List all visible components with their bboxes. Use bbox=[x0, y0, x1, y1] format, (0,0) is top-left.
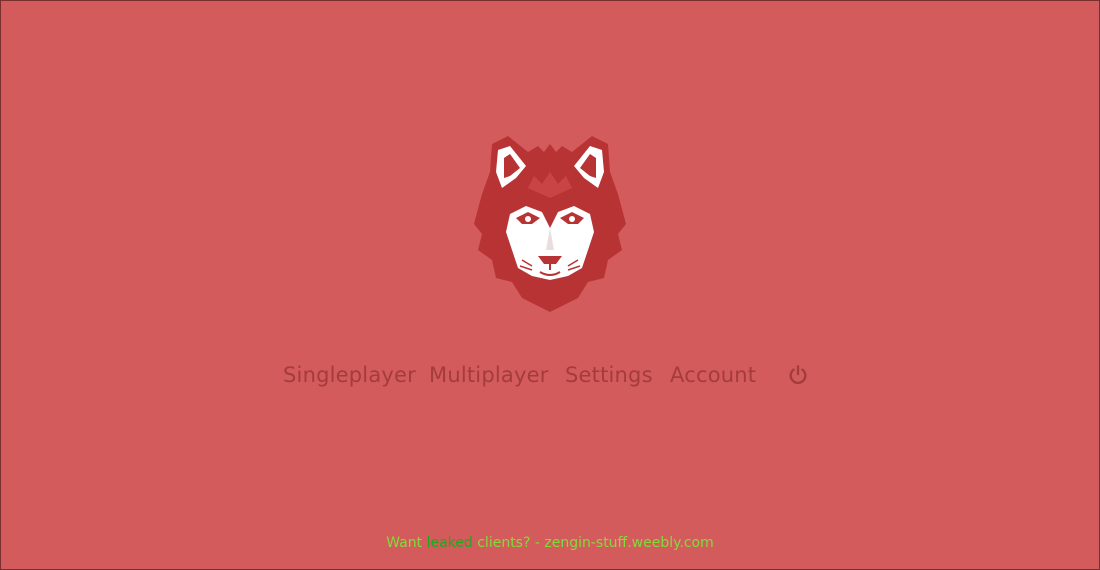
footer-suffix: clients? - zengin-stuff.weebly.com bbox=[472, 535, 714, 551]
settings-button[interactable]: Settings bbox=[565, 363, 653, 387]
singleplayer-button[interactable]: Singleplayer bbox=[283, 363, 416, 387]
power-icon[interactable] bbox=[787, 364, 809, 386]
account-button[interactable]: Account bbox=[670, 363, 756, 387]
multiplayer-button[interactable]: Multiplayer bbox=[429, 363, 549, 387]
main-menu: Singleplayer Multiplayer Settings Accoun… bbox=[0, 360, 1100, 394]
footer-highlight: leaked bbox=[426, 535, 473, 551]
footer-advert[interactable]: Want leaked clients? - zengin-stuff.weeb… bbox=[0, 535, 1100, 551]
wolf-logo-icon bbox=[470, 132, 630, 314]
footer-prefix: Want bbox=[386, 535, 427, 551]
